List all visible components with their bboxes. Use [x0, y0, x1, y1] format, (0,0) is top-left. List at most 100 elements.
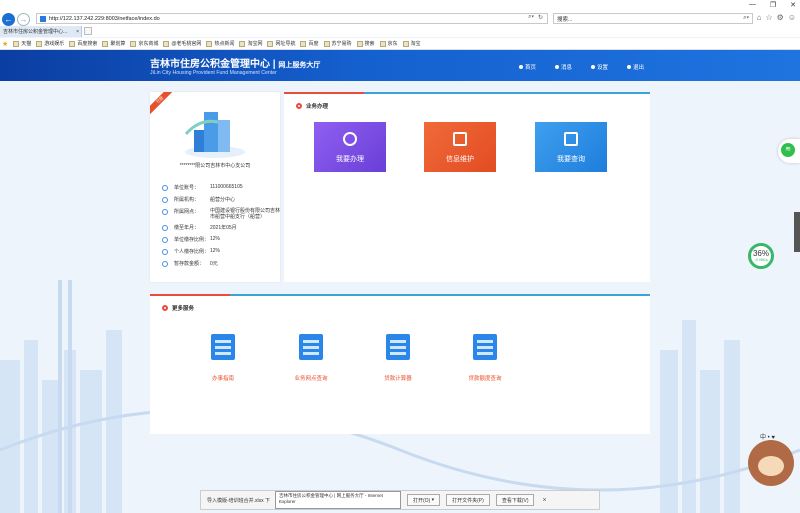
window-controls: — ❐ ✕	[749, 1, 796, 9]
page-icon	[69, 40, 76, 47]
open-folder-button[interactable]: 打开文件夹(P)	[446, 494, 490, 506]
favorites-star-icon[interactable]: ☆	[765, 13, 772, 22]
search-icon[interactable]: ⌕▾	[743, 15, 749, 22]
favorite-label: 天猫	[21, 41, 32, 47]
wifi-widget[interactable]: ≋	[778, 139, 800, 163]
favorite-link[interactable]: 淘宝网	[239, 40, 262, 47]
favorite-label: 网址导航	[275, 41, 296, 47]
smiley-icon[interactable]: ☺	[788, 13, 796, 22]
info-value: 2021年05月	[210, 225, 237, 231]
tile-query[interactable]: 我要查询	[535, 122, 607, 172]
ratio-icon	[162, 249, 168, 255]
star-icon: ★	[2, 40, 9, 48]
info-row: 单位缴存比例： 12%	[162, 236, 280, 248]
branch-icon	[162, 209, 168, 215]
info-label: 单位缴存比例：	[174, 237, 210, 243]
service-branch-query[interactable]: 业务网点查询	[276, 334, 346, 382]
page-icon	[13, 40, 20, 47]
section-title: 更多服务	[162, 304, 194, 312]
forward-button[interactable]: →	[17, 12, 30, 26]
favorite-link[interactable]: 苏宁易购	[323, 40, 352, 47]
site-logo[interactable]: 吉林市住房公积金管理中心 | 网上服务大厅	[150, 55, 320, 70]
download-bar: 导入模版-培训班合并.xlsx 下 吉林市住房公积金管理中心 | 网上服务大厅 …	[200, 490, 600, 510]
book-icon	[211, 334, 235, 360]
favorite-link[interactable]: 游戏娱乐	[36, 40, 64, 47]
search-dropdown-icon[interactable]: ⌕▾	[528, 14, 534, 21]
favorite-link[interactable]: @老毛桃官网	[163, 40, 201, 47]
bear-mascot[interactable]	[748, 440, 794, 486]
favorite-label: @老毛桃官网	[171, 41, 202, 47]
favorite-link[interactable]: 百度搜索	[69, 40, 97, 47]
navigation-row: ← → http://122.137.242.229:8003/netface/…	[0, 12, 800, 26]
info-row: 缴至年月： 2021年05月	[162, 224, 280, 236]
close-icon[interactable]: ✕	[790, 1, 796, 9]
tile-maintain[interactable]: 信息维护	[424, 122, 496, 172]
home-icon[interactable]: ⌂	[757, 13, 762, 22]
section-title-label: 更多服务	[172, 306, 195, 312]
favorite-link[interactable]: 百度	[300, 40, 319, 47]
new-tab-button[interactable]	[84, 27, 92, 35]
org-icon	[162, 197, 168, 203]
view-downloads-button[interactable]: 查看下载(V)	[495, 494, 535, 506]
building-illustration	[184, 112, 245, 158]
favorite-link[interactable]: 网址导航	[267, 40, 295, 47]
refresh-icon[interactable]: ↻	[538, 14, 543, 21]
restore-icon[interactable]: ❐	[770, 1, 776, 9]
favorite-link[interactable]: 京东商城	[130, 40, 158, 47]
favorite-label: 百度搜索	[77, 41, 98, 47]
nav-settings[interactable]: 设置	[590, 63, 608, 71]
info-label: 个人缴存比例：	[174, 249, 210, 255]
section-title: 业务办理	[296, 102, 328, 110]
page-icon	[267, 40, 274, 47]
power-icon	[626, 65, 631, 69]
favorite-link[interactable]: 天猫	[13, 40, 31, 47]
nav-label: 首页	[524, 65, 536, 71]
gear-icon	[590, 65, 595, 69]
service-label: 办事指南	[211, 376, 234, 382]
document-icon	[473, 334, 497, 360]
info-row: 单位账号： 111000665105	[162, 184, 280, 196]
network-gauge[interactable]: 36% ↑0.08K/s	[748, 243, 774, 269]
open-button[interactable]: 打开(O) ▾	[407, 494, 441, 506]
nav-logout[interactable]: 退出	[626, 63, 644, 71]
page-icon	[402, 40, 409, 47]
favorites-star[interactable]: ★	[2, 40, 8, 48]
nav-label: 退出	[632, 65, 644, 71]
back-button[interactable]: ←	[2, 12, 15, 26]
nav-messages[interactable]: 消息	[554, 63, 572, 71]
info-value: 12%	[210, 248, 221, 254]
nav-home[interactable]: 首页	[518, 63, 536, 71]
browser-tools: ⌂ ☆ ⚙ ☺	[757, 13, 796, 22]
service-loan-calculator[interactable]: 贷款计算器	[363, 334, 433, 382]
nav-label: 消息	[560, 65, 572, 71]
settings-gear-icon[interactable]: ⚙	[777, 13, 784, 22]
info-row: 个人缴存比例： 12%	[162, 248, 280, 260]
close-icon[interactable]: ×	[542, 497, 546, 504]
page-icon	[130, 40, 137, 47]
favorite-link[interactable]: 搜索	[356, 40, 375, 47]
calendar-icon	[162, 225, 168, 231]
search-input[interactable]: 搜索... ⌕▾	[553, 13, 753, 24]
info-label: 所属机构：	[174, 197, 200, 203]
address-bar[interactable]: http://122.137.242.229:8003/netface/inde…	[36, 13, 548, 24]
service-label: 业务网点查询	[294, 376, 328, 382]
service-loan-quota[interactable]: 贷款额度查询	[450, 334, 520, 382]
service-label: 贷款额度查询	[468, 376, 502, 382]
favorite-label: 京东	[387, 41, 398, 47]
info-label: 所属网点：	[174, 209, 200, 215]
favorite-link[interactable]: 热点新闻	[206, 40, 234, 47]
scrollbar-thumb[interactable]	[794, 212, 800, 252]
favorite-link[interactable]: 京东	[379, 40, 398, 47]
favorite-link[interactable]: 聚划算	[102, 40, 125, 47]
tab-close-icon[interactable]: ×	[76, 29, 81, 35]
favorite-label: 搜索	[364, 41, 375, 47]
minimize-icon[interactable]: —	[749, 1, 756, 9]
service-guide[interactable]: 办事指南	[188, 334, 258, 382]
info-label: 缴至年月：	[174, 225, 200, 231]
browser-tab[interactable]: 吉林市住房公积金管理中心... ×	[0, 26, 82, 37]
tile-handle[interactable]: 我要办理	[314, 122, 386, 172]
favorite-link[interactable]: 淘宝	[402, 40, 421, 47]
download-filename: 导入模版-培训班合并.xlsx 下	[207, 497, 271, 504]
info-row: 所属机构： 船营分中心	[162, 196, 280, 208]
logo-subtitle: 网上服务大厅	[278, 62, 321, 69]
